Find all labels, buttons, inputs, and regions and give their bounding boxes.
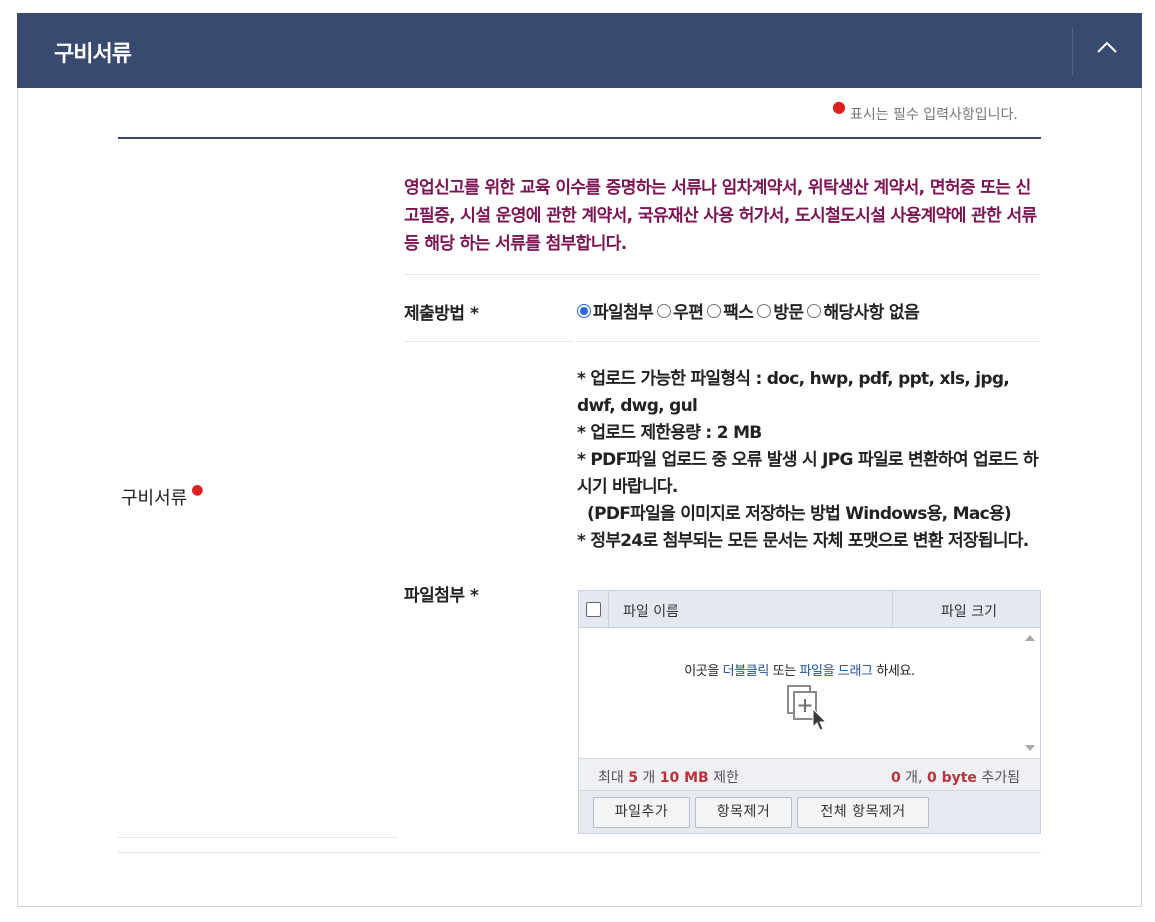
section-top-line: [118, 137, 1041, 139]
add-file-icon: [787, 685, 828, 731]
required-note-text: 표시는 필수 입력사항입니다.: [849, 107, 1018, 123]
divider-description: [404, 274, 1040, 275]
upload-limit-text: 최대 5 개 10 MB 제한: [598, 770, 739, 786]
column-file-size: 파일 크기: [941, 604, 997, 620]
divider-submit-label: [404, 341, 574, 342]
scroll-up-icon[interactable]: [1025, 635, 1035, 641]
radio-fax[interactable]: 팩스: [707, 298, 754, 323]
upload-info-convert: * 정부24로 첨부되는 모든 문서는 자체 포맷으로 변환 저장됩니다.: [577, 531, 1029, 551]
file-attach-label: 파일첨부 *: [404, 586, 479, 606]
added-files-text: 0 개, 0 byte 추가됨: [890, 770, 1020, 786]
uploader-button-bar: 파일추가 항목제거 전체 항목제거: [579, 791, 1040, 833]
uploader-header: 파일 이름 파일 크기: [579, 591, 1040, 628]
required-dot-icon: ●: [832, 97, 846, 116]
divider-row-label-bottom: [118, 837, 398, 838]
radio-file-attach[interactable]: 파일첨부: [577, 298, 654, 323]
upload-info-pdf-howto[interactable]: (PDF파일을 이미지로 저장하는 방법 Windows용, Mac용): [577, 501, 1041, 528]
submit-method-label: 제출방법 *: [404, 304, 479, 324]
select-all-checkbox[interactable]: [586, 602, 601, 617]
upload-info-formats: * 업로드 가능한 파일형식 : doc, hwp, pdf, ppt, xls…: [577, 369, 1010, 416]
radio-mail[interactable]: 우편: [657, 298, 704, 323]
chevron-up-icon: [1097, 41, 1117, 53]
radio-visit[interactable]: 방문: [757, 298, 804, 323]
drop-instruction: 이곳을 더블클릭 또는 파일을 드래그 하세요.: [684, 664, 915, 679]
upload-info-pdf-error: * PDF파일 업로드 중 오류 발생 시 JPG 파일로 변환하여 업로드 하…: [577, 450, 1039, 497]
upload-info-limit: * 업로드 제한용량 : 2 MB: [577, 423, 762, 443]
radio-icon[interactable]: [657, 303, 672, 318]
scroll-down-icon[interactable]: [1025, 745, 1035, 751]
panel-title: 구비서류: [54, 42, 132, 67]
submit-method-radio-group: 파일첨부 우편 팩스 방문 해당사항 없음: [577, 298, 923, 323]
required-dot-icon: ●: [191, 482, 204, 498]
remove-item-button[interactable]: 항목제거: [695, 797, 792, 828]
radio-icon[interactable]: [807, 303, 822, 318]
row-label-documents: 구비서류 ●: [121, 482, 204, 510]
radio-not-applicable[interactable]: 해당사항 없음: [807, 298, 920, 323]
remove-all-items-button[interactable]: 전체 항목제거: [797, 797, 929, 828]
document-description: 영업신고를 위한 교육 이수를 증명하는 서류나 임차계약서, 위탁생산 계약서…: [404, 178, 1037, 254]
add-file-button[interactable]: 파일추가: [593, 797, 690, 828]
collapse-button[interactable]: [1073, 13, 1142, 88]
section-bottom-line: [118, 852, 1041, 853]
upload-info: * 업로드 가능한 파일형식 : doc, hwp, pdf, ppt, xls…: [577, 366, 1041, 555]
row-label-text: 구비서류: [121, 488, 188, 509]
file-drop-zone[interactable]: 이곳을 더블클릭 또는 파일을 드래그 하세요.: [579, 628, 1020, 758]
file-list-scrollbar[interactable]: [1020, 628, 1040, 758]
divider-submit-value: [577, 341, 1040, 342]
file-uploader: 파일 이름 파일 크기 이곳을 더블클릭 또는 파일을 드래그 하세요. 최대 …: [578, 590, 1041, 834]
column-file-name: 파일 이름: [623, 604, 679, 620]
radio-icon[interactable]: [757, 303, 772, 318]
radio-icon[interactable]: [707, 303, 722, 318]
required-note: ● 표시는 필수 입력사항입니다.: [832, 97, 1018, 124]
radio-selected-icon[interactable]: [577, 303, 591, 318]
uploader-status-bar: 최대 5 개 10 MB 제한 0 개, 0 byte 추가됨: [579, 758, 1040, 791]
panel-header: 구비서류: [17, 13, 1142, 88]
